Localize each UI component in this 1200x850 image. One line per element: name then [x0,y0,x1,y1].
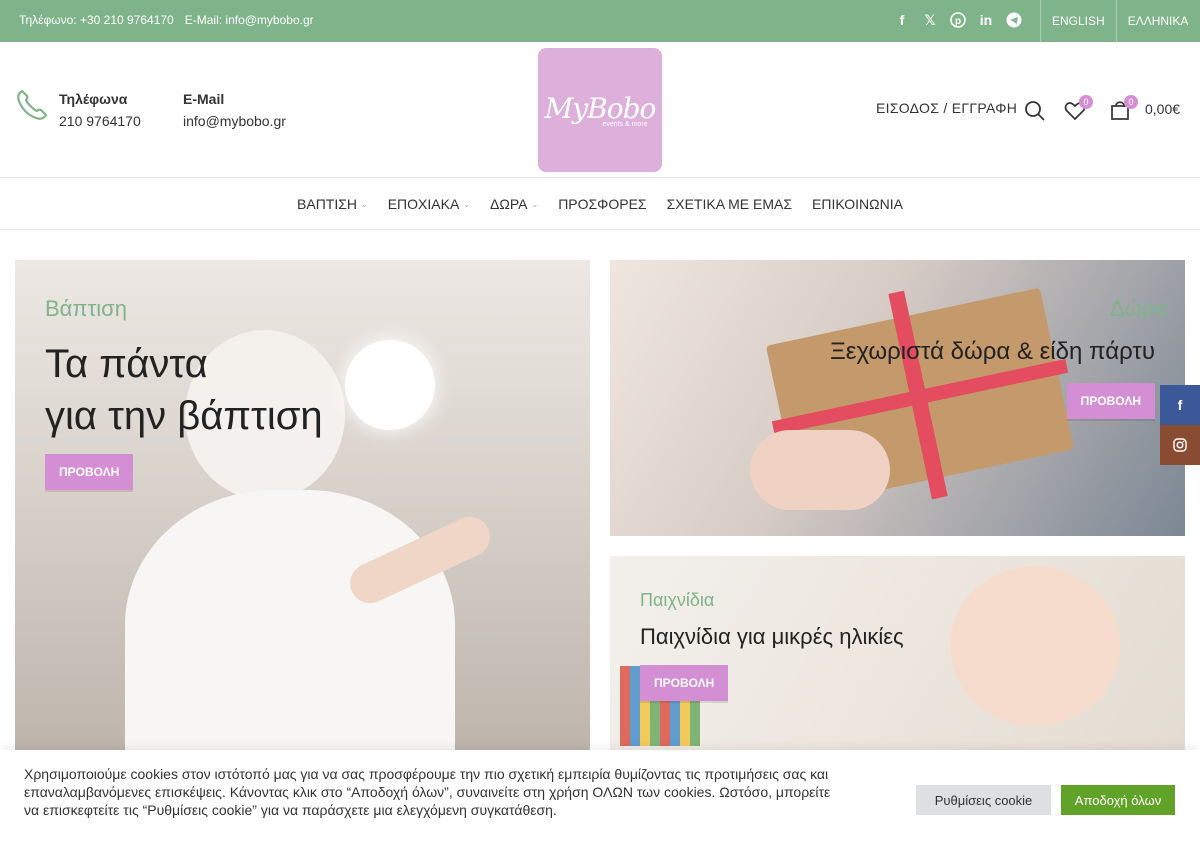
chevron-down-icon: ⌄ [531,199,539,209]
banner-image-flower [345,340,435,430]
banner-tag: Παιχνίδια [640,590,715,610]
nav-label: ΕΠΙΚΟΙΝΩΝΙΑ [812,196,903,212]
header-phone-block: Τηλέφωνα 210 9764170 [59,88,141,132]
cookie-settings-button[interactable]: Ρυθμίσεις cookie [916,785,1051,815]
floating-social-bar: f [1160,385,1200,465]
view-button-toys[interactable]: ΠΡΟΒΟΛΗ [640,665,729,701]
top-phone[interactable]: Τηλέφωνο: +30 210 9764170 [19,13,174,27]
nav-item-baptism[interactable]: ΒΑΠΤΙΣΗ ⌄ [297,196,368,212]
chevron-down-icon: ⌄ [361,199,368,209]
nav-label: ΒΑΠΤΙΣΗ [297,196,358,212]
banner-title: Παιχνίδια για μικρές ηλικίες [640,624,904,649]
phone-title: Τηλέφωνα [59,91,128,107]
email-title: E-Mail [183,91,225,107]
cart-total[interactable]: 0,00€ [1145,101,1180,117]
nav-item-offers[interactable]: ΠΡΟΣΦΟΡΕΣ [558,196,646,212]
banner-title-line1: Τα πάντα [45,342,208,386]
phone-value[interactable]: 210 9764170 [59,110,141,132]
banner-toys[interactable]: Παιχνίδια Παιχνίδια για μικρές ηλικίες Π… [610,556,1185,756]
top-socials: f 𝕏 p in [894,11,1022,29]
banner-image-dress [125,490,455,760]
nav-item-about[interactable]: ΣΧΕΤΙΚΑ ΜΕ ΕΜΑΣ [667,196,792,212]
linkedin-icon[interactable]: in [978,11,994,29]
banner-title-line2: για την βάπτιση [45,394,323,438]
phone-icon [14,87,50,123]
facebook-icon[interactable]: f [1160,385,1200,425]
cookie-consent-bar: Χρησιμοποιούμε cookies στον ιστότοπό μας… [0,750,1200,850]
chevron-down-icon: ⌄ [463,199,471,209]
facebook-icon[interactable]: f [894,11,910,29]
banner-tag: Βάπτιση [45,296,127,321]
banner-title: Τα πάντα για την βάπτιση [45,338,323,442]
x-icon[interactable]: 𝕏 [922,11,938,29]
banner-title: Ξεχωριστά δώρα & είδη πάρτυ [830,338,1155,365]
top-contact: Τηλέφωνο: +30 210 9764170 E-Mail: info@m… [19,13,314,27]
banner-gifts[interactable]: Δώρα Ξεχωριστά δώρα & είδη πάρτυ ΠΡΟΒΟΛΗ [610,260,1185,536]
search-icon[interactable] [1024,100,1046,122]
email-value[interactable]: info@mybobo.gr [183,110,286,132]
view-button-gifts[interactable]: ΠΡΟΒΟΛΗ [1066,383,1155,419]
top-email[interactable]: E-Mail: info@mybobo.gr [185,13,314,27]
login-register-link[interactable]: ΕΙΣΟΔΟΣ / ΕΓΓΡΑΦΗ [876,100,1017,116]
wishlist-count-badge: 0 [1079,95,1093,109]
nav-label: ΕΠΟΧΙΑΚΑ [387,196,460,212]
nav-label: ΣΧΕΤΙΚΑ ΜΕ ΕΜΑΣ [666,196,793,212]
lang-greek[interactable]: ΕΛΛΗΝΙΚΑ [1115,0,1200,42]
banner-tag: Δώρα [1109,296,1167,321]
site-logo[interactable]: MyBobo events & more [538,48,662,172]
cookie-accept-all-button[interactable]: Αποδοχή όλων [1061,785,1175,815]
banner-image-baby [950,566,1120,726]
nav-label: ΔΩΡΑ [490,196,528,212]
top-bar: Τηλέφωνο: +30 210 9764170 E-Mail: info@m… [0,0,1200,42]
banner-image-hand [750,430,890,510]
header-email-block: E-Mail info@mybobo.gr [183,88,286,132]
svg-text:p: p [955,16,961,27]
pinterest-icon[interactable]: p [950,11,966,29]
cookie-text: Χρησιμοποιούμε cookies στον ιστότοπό μας… [24,766,831,818]
nav-item-seasonal[interactable]: ΕΠΟΧΙΑΚΑ ⌄ [388,196,470,212]
banner-baptism[interactable]: Βάπτιση Τα πάντα για την βάπτιση ΠΡΟΒΟΛΗ [15,260,590,760]
logo-subtext: events & more [602,121,648,128]
main-nav: ΒΑΠΤΙΣΗ ⌄ ΕΠΟΧΙΑΚΑ ⌄ ΔΩΡΑ ⌄ ΠΡΟΣΦΟΡΕΣ ΣΧΕΤΙ… [0,179,1200,230]
language-switcher: ENGLISH ΕΛΛΗΝΙΚΑ [1040,0,1199,42]
instagram-icon[interactable] [1160,425,1200,465]
telegram-icon[interactable] [1006,11,1022,29]
lang-english[interactable]: ENGLISH [1040,0,1116,42]
nav-item-contact[interactable]: ΕΠΙΚΟΙΝΩΝΙΑ [812,196,903,212]
nav-item-gifts[interactable]: ΔΩΡΑ ⌄ [490,196,538,212]
view-button-baptism[interactable]: ΠΡΟΒΟΛΗ [45,454,134,490]
cart-count-badge: 0 [1124,95,1138,109]
header: Τηλέφωνα 210 9764170 E-Mail info@mybobo.… [0,42,1200,178]
nav-label: ΠΡΟΣΦΟΡΕΣ [558,196,647,212]
